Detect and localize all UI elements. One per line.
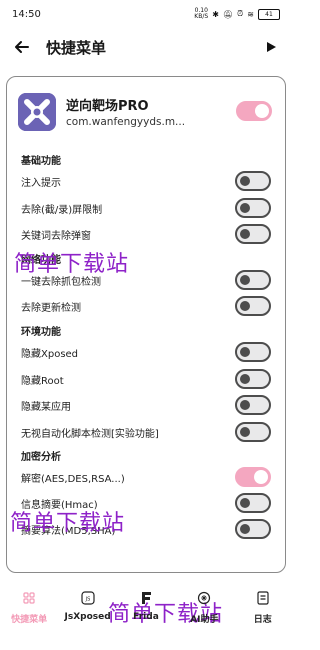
app-name: 逆向靶场PRO [66, 99, 149, 114]
nav-label: JsXposed [64, 612, 111, 622]
screen: 14:50 0.10 KB/S ✱ 🔕︎ ⏰︎ ≋ 41 快捷菜单 逆向靶场PR… [0, 0, 292, 650]
app-package: com.wanfengyyds.m... [66, 116, 186, 128]
status-icons: 0.10 KB/S ✱ 🔕︎ ⏰︎ ≋ 41 [194, 8, 280, 20]
automation-detect-toggle[interactable] [235, 422, 271, 442]
hmac-toggle[interactable] [235, 493, 271, 513]
network-speed: 0.10 KB/S [194, 8, 208, 20]
nav-label: 快捷菜单 [11, 615, 48, 625]
toggle-knob [240, 400, 250, 410]
target-app-row: 逆向靶场PRO com.wanfengyyds.m... [18, 91, 274, 133]
toggle-knob [240, 427, 250, 437]
nav-item-log[interactable]: 日志 [234, 586, 292, 625]
nav-label: 日志 [253, 615, 272, 625]
app-enable-toggle[interactable] [236, 101, 272, 121]
js-icon: JS [80, 590, 96, 606]
setting-row-screenshot-limit: 去除(截/录)屏限制 [21, 196, 273, 220]
wifi-icon: ≋ [247, 9, 254, 19]
app-icon [18, 93, 56, 131]
nav-item-ai-assistant[interactable]: AI助手 [175, 586, 233, 625]
bottom-nav: 快捷菜单 JS JsXposed Frida AI助手 日志 [0, 586, 292, 636]
nav-item-frida[interactable]: Frida [117, 586, 175, 622]
svg-text:JS: JS [84, 597, 90, 603]
toggle-knob [240, 203, 250, 213]
setting-row-hide-xposed: 隐藏Xposed [21, 340, 273, 364]
section-title-environment: 环境功能 [21, 327, 61, 338]
log-icon [255, 590, 271, 606]
setting-label: 注入提示 [21, 178, 61, 189]
toggle-knob [240, 275, 250, 285]
network-speed-unit: KB/S [194, 13, 209, 20]
target-app-logo-icon [18, 93, 56, 131]
setting-row-digest: 摘要算法(MD5,SHA) [21, 517, 273, 541]
decrypt-toggle[interactable] [235, 467, 271, 487]
setting-row-keyword-popup: 关键词去除弹窗 [21, 222, 273, 246]
setting-label: 隐藏Xposed [21, 349, 79, 360]
page-title: 快捷菜单 [46, 38, 107, 57]
setting-row-hide-app: 隐藏某应用 [21, 393, 273, 417]
mute-icon: 🔕︎ [222, 9, 234, 19]
arrow-left-icon [15, 41, 29, 53]
app-bar: 快捷菜单 [0, 30, 292, 64]
hide-root-toggle[interactable] [235, 369, 271, 389]
status-time: 14:50 [12, 8, 41, 20]
setting-label: 隐藏某应用 [21, 402, 71, 413]
toggle-knob [240, 176, 250, 186]
nav-label: AI助手 [190, 615, 219, 625]
toggle-knob [240, 229, 250, 239]
setting-row-hmac: 信息摘要(Hmac) [21, 491, 273, 515]
setting-label: 去除更新检测 [21, 303, 81, 314]
section-title-basic: 基础功能 [21, 156, 61, 167]
nav-label: Frida [133, 612, 159, 622]
ai-icon [196, 590, 212, 606]
hide-xposed-toggle[interactable] [235, 342, 271, 362]
bluetooth-icon: ✱ [212, 9, 219, 19]
toggle-knob [240, 524, 250, 534]
toggle-knob [240, 301, 250, 311]
hide-app-toggle[interactable] [235, 395, 271, 415]
setting-row-automation-detect: 无视自动化脚本检测[实验功能] [21, 420, 273, 444]
toggle-knob [255, 104, 269, 118]
setting-row-decrypt: 解密(AES,DES,RSA...) [21, 465, 273, 489]
setting-label: 去除(截/录)屏限制 [21, 205, 103, 216]
run-button[interactable] [262, 38, 280, 56]
setting-label: 关键词去除弹窗 [21, 231, 91, 242]
inject-hint-toggle[interactable] [235, 171, 271, 191]
back-button[interactable] [12, 37, 32, 57]
update-detect-toggle[interactable] [235, 296, 271, 316]
setting-row-capture-detect: 一键去除抓包检测 [21, 268, 273, 292]
toggle-knob [240, 374, 250, 384]
keyword-popup-toggle[interactable] [235, 224, 271, 244]
toggle-knob [254, 470, 268, 484]
setting-label: 解密(AES,DES,RSA...) [21, 474, 125, 485]
nav-item-jsxposed[interactable]: JS JsXposed [59, 586, 117, 622]
section-title-network: 网络功能 [21, 255, 61, 266]
setting-label: 信息摘要(Hmac) [21, 500, 98, 511]
alarm-icon: ⏰︎ [237, 9, 244, 18]
play-icon [267, 42, 276, 52]
setting-label: 摘要算法(MD5,SHA) [21, 526, 116, 537]
screenshot-limit-toggle[interactable] [235, 198, 271, 218]
setting-label: 一键去除抓包检测 [21, 277, 101, 288]
setting-row-update-detect: 去除更新检测 [21, 294, 273, 318]
setting-label: 无视自动化脚本检测[实验功能] [21, 429, 159, 440]
hook-config-card: 逆向靶场PRO com.wanfengyyds.m... 基础功能 注入提示 去… [6, 76, 286, 573]
toggle-knob [240, 498, 250, 508]
battery-icon: 41 [258, 8, 280, 20]
setting-label: 隐藏Root [21, 376, 64, 387]
setting-row-inject-hint: 注入提示 [21, 169, 273, 193]
setting-row-hide-root: 隐藏Root [21, 367, 273, 391]
battery-level: 41 [265, 10, 273, 18]
grid-icon [21, 590, 37, 606]
capture-detect-toggle[interactable] [235, 270, 271, 290]
toggle-knob [240, 347, 250, 357]
nav-item-quick-menu[interactable]: 快捷菜单 [0, 586, 58, 625]
frida-icon [138, 590, 154, 606]
status-bar: 14:50 0.10 KB/S ✱ 🔕︎ ⏰︎ ≋ 41 [0, 0, 292, 28]
section-title-crypto: 加密分析 [21, 452, 61, 463]
digest-toggle[interactable] [235, 519, 271, 539]
